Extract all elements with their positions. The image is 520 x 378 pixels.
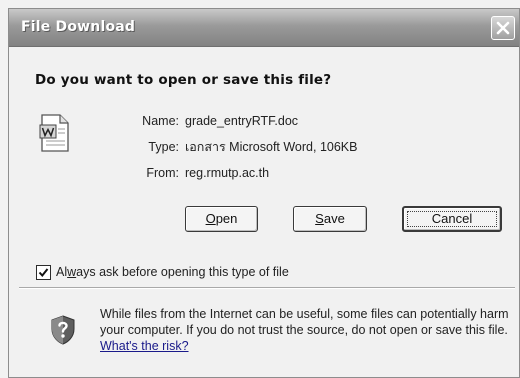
cancel-button[interactable]: Cancel [402, 206, 502, 232]
open-button[interactable]: Open [185, 206, 258, 232]
file-type-row: Type: เอกสาร Microsoft Word, 106KB [119, 138, 357, 156]
separator [19, 287, 515, 289]
save-mnemonic: S [315, 211, 324, 226]
always-ask-checkbox[interactable] [36, 265, 51, 280]
focus-ring [407, 211, 497, 227]
word-document-icon [38, 113, 72, 153]
save-button[interactable]: Save [293, 206, 367, 232]
file-source-label: From: [146, 166, 179, 180]
save-label-rest: ave [323, 211, 345, 226]
shield-question-icon [51, 315, 75, 345]
security-warning: While files from the Internet can be use… [100, 306, 510, 354]
whats-the-risk-link[interactable]: What's the risk? [100, 339, 189, 353]
always-ask-label[interactable]: Always ask before opening this type of f… [56, 265, 289, 280]
label-mnemonic: w [67, 265, 77, 279]
checkmark-icon [38, 268, 49, 278]
title-bar[interactable]: File Download [9, 9, 519, 47]
label-part-1: Al [56, 265, 68, 279]
file-type-label: Type: [148, 140, 179, 154]
warning-text-body: While files from the Internet can be use… [100, 307, 509, 337]
file-source-value: reg.rmutp.ac.th [185, 166, 270, 180]
file-name-label: Name: [142, 114, 179, 128]
label-part-2: ays ask before opening this type of file [76, 265, 289, 279]
open-mnemonic: O [205, 211, 216, 226]
close-button[interactable] [491, 16, 515, 40]
file-name-row: Name: grade_entryRTF.doc [119, 112, 298, 130]
dialog-title: File Download [21, 19, 136, 35]
file-download-dialog: File Download Do you want to open or sav… [8, 8, 520, 378]
file-source-row: From: reg.rmutp.ac.th [119, 164, 269, 182]
close-icon [496, 21, 510, 35]
file-type-value: เอกสาร Microsoft Word, 106KB [185, 140, 358, 154]
open-label-rest: pen [215, 211, 238, 226]
file-name-value: grade_entryRTF.doc [185, 114, 299, 128]
dialog-question: Do you want to open or save this file? [35, 72, 332, 88]
